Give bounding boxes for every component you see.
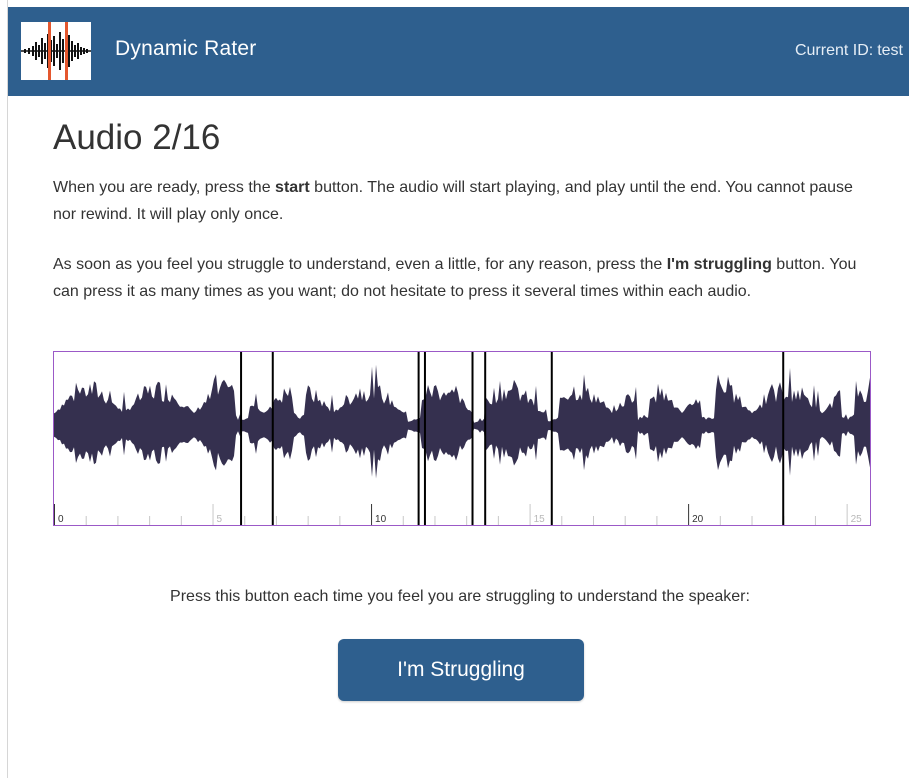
emphasized-term: start xyxy=(275,179,310,196)
im-struggling-button[interactable]: I'm Struggling xyxy=(338,639,584,701)
start-instructions-paragraph: When you are ready, press the start butt… xyxy=(53,174,863,228)
current-id-label: Current ID: xyxy=(794,42,874,59)
time-tick-label: 20 xyxy=(692,514,704,525)
audio-waveform-shape xyxy=(54,364,870,479)
waveform-logo-icon[interactable] xyxy=(21,22,91,80)
audio-waveform-panel: 0 5 10 15 20 25 xyxy=(53,351,871,526)
current-id-value: test xyxy=(877,42,903,59)
time-tick-label: 5 xyxy=(217,514,223,525)
emphasized-term: I'm struggling xyxy=(666,256,772,273)
page-title: Audio 2/16 xyxy=(53,118,221,157)
time-tick-label: 0 xyxy=(58,514,64,525)
page-left-border xyxy=(0,0,8,778)
struggle-button-instruction: Press this button each time you feel you… xyxy=(170,588,750,605)
current-id-indicator: Current ID: test xyxy=(795,42,903,60)
time-tick-label: 15 xyxy=(534,514,546,525)
struggle-instructions-paragraph: As soon as you feel you struggle to unde… xyxy=(53,251,863,305)
time-tick-label: 25 xyxy=(851,514,863,525)
paragraph-text: As soon as you feel you struggle to unde… xyxy=(53,256,667,273)
time-tick-label: 10 xyxy=(375,514,387,525)
app-title[interactable]: Dynamic Rater xyxy=(115,37,256,61)
time-axis: 0 5 10 15 20 25 xyxy=(54,504,863,525)
paragraph-text: When you are ready, press the xyxy=(53,179,276,196)
audio-waveform-svg: 0 5 10 15 20 25 xyxy=(54,352,870,525)
top-navbar: Dynamic Rater Current ID: test xyxy=(8,7,909,96)
